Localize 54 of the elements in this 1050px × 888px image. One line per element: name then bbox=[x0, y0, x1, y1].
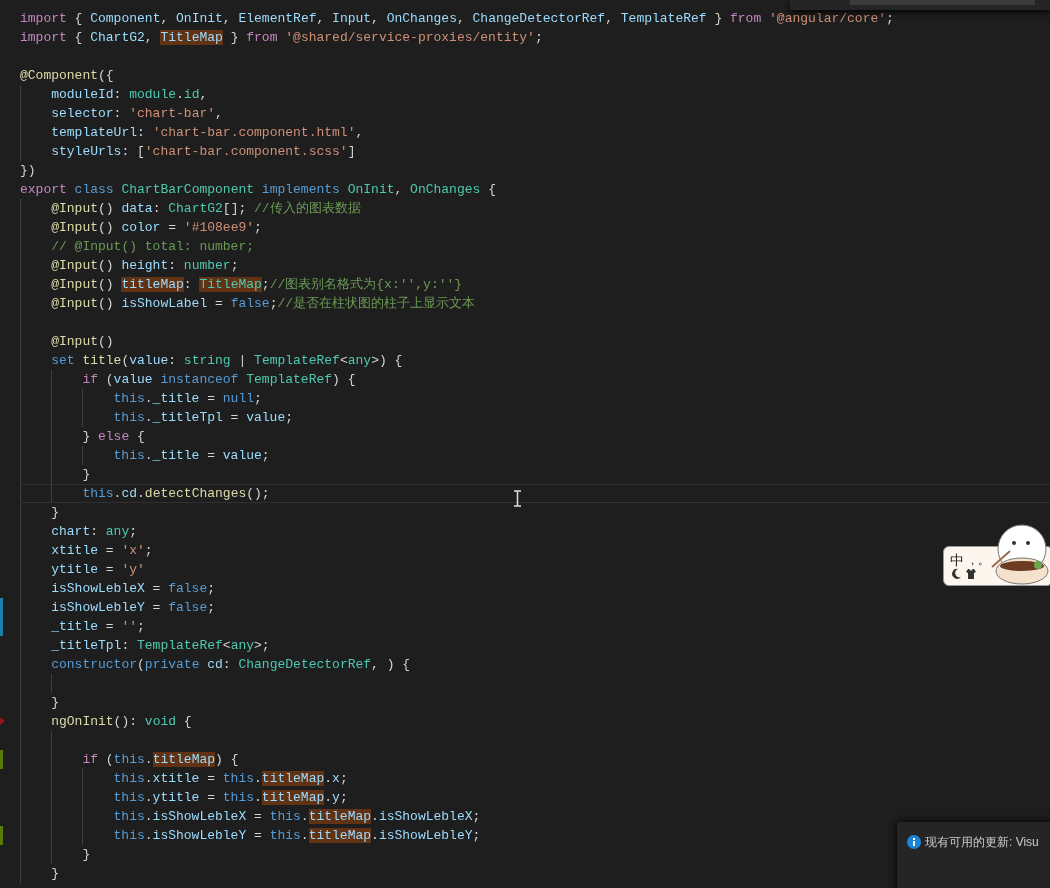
code-line: this.xtitle = this.titleMap.x; bbox=[113, 770, 348, 788]
code-line: // @Input() total: number; bbox=[51, 238, 255, 256]
code-line: this._titleTpl = value; bbox=[113, 409, 294, 427]
notification-message: 现有可用的更新: Visu bbox=[925, 834, 1039, 850]
code-line: set title(value: string | TemplateRef<any>) { bbox=[51, 352, 403, 370]
input-mode-toggle[interactable]: 中 bbox=[950, 552, 964, 568]
code-line: import { ChartG2, TitleMap } from '@shared/service-proxies/entity'; bbox=[20, 29, 543, 47]
code-line: styleUrls: ['chart-bar.component.scss'] bbox=[51, 143, 356, 161]
code-line: }) bbox=[20, 162, 36, 180]
text-cursor-icon bbox=[513, 490, 522, 507]
change-marker[interactable] bbox=[0, 750, 3, 769]
code-line: @Input() titleMap: TitleMap;//图表别名格式为{x:'',y:''} bbox=[51, 276, 463, 294]
code-line: @Input() height: number; bbox=[51, 257, 239, 275]
punctuation-toggle[interactable]: ，。 bbox=[967, 552, 989, 568]
code-line: @Input() isShowLabel = false;//是否在柱状图的柱子上显示文本 bbox=[51, 295, 476, 313]
code-line: templateUrl: 'chart-bar.component.html', bbox=[51, 124, 364, 142]
code-line: } bbox=[51, 865, 59, 883]
code-line: _titleTpl: TemplateRef<any>; bbox=[51, 637, 270, 655]
code-line: this.cd.detectChanges(); bbox=[82, 485, 270, 502]
code-line: export class ChartBarComponent implements OnInit, OnChanges { bbox=[20, 181, 496, 199]
code-line: } else { bbox=[82, 428, 145, 446]
change-marker[interactable] bbox=[0, 826, 3, 845]
change-marker[interactable] bbox=[0, 617, 3, 636]
code-line: selector: 'chart-bar', bbox=[51, 105, 223, 123]
code-line: @Input() color = '#108ee9'; bbox=[51, 219, 262, 237]
code-line: moduleId: module.id, bbox=[51, 86, 208, 104]
code-line: if (this.titleMap) { bbox=[82, 751, 239, 769]
code-line: this.isShowLebleY = this.titleMap.isShowLebleY; bbox=[113, 827, 481, 845]
deleted-lines-marker[interactable] bbox=[0, 717, 5, 725]
shirt-icon[interactable] bbox=[965, 568, 977, 580]
code-line: constructor(private cd: ChangeDetectorRef, ) { bbox=[51, 656, 411, 674]
code-line: ytitle = 'y' bbox=[51, 561, 145, 579]
code-line: isShowLebleX = false; bbox=[51, 580, 216, 598]
code-line: chart: any; bbox=[51, 523, 138, 541]
code-line: this._title = value; bbox=[113, 447, 270, 465]
code-line: @Component({ bbox=[20, 67, 114, 85]
change-marker[interactable] bbox=[0, 598, 3, 617]
moon-icon[interactable] bbox=[950, 568, 962, 580]
code-line: } bbox=[51, 694, 59, 712]
code-line: this.isShowLebleX = this.titleMap.isShowLebleX; bbox=[113, 808, 481, 826]
code-line: @Input() bbox=[51, 333, 114, 351]
code-line: } bbox=[51, 504, 59, 522]
code-line: isShowLebleY = false; bbox=[51, 599, 216, 617]
code-line: @Input() data: ChartG2[]; //传入的图表数据 bbox=[51, 200, 361, 218]
code-line: xtitle = 'x'; bbox=[51, 542, 153, 560]
code-line: this.ytitle = this.titleMap.y; bbox=[113, 789, 348, 807]
info-icon bbox=[907, 835, 921, 849]
code-line: _title = ''; bbox=[51, 618, 145, 636]
code-line: } bbox=[82, 466, 91, 484]
code-line: if (value instanceof TemplateRef) { bbox=[82, 371, 356, 389]
code-line: ngOnInit(): void { bbox=[51, 713, 192, 731]
code-line: import { Component, OnInit, ElementRef, Input, OnChanges, ChangeDetectorRef, TemplateRef } from '@angular/core'; bbox=[20, 10, 894, 28]
code-line: } bbox=[82, 846, 91, 864]
code-line: this._title = null; bbox=[113, 390, 262, 408]
